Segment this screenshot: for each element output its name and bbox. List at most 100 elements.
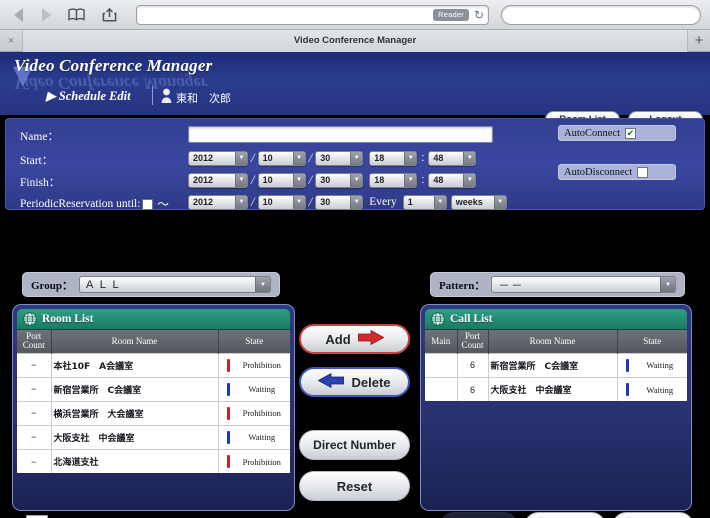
add-button[interactable]: Add [299,324,410,354]
table-row[interactable]: − 大阪支社 中会議室 Waiting [17,424,290,450]
chevron-down-icon: ▼ [292,195,305,209]
room-list-title: Room List [42,313,94,325]
finish-minute-select[interactable]: 48 ▼ [428,172,477,188]
start-year-select[interactable]: 2012 ▼ [188,150,248,166]
periodic-day-value: 30 [320,197,331,207]
auto-connect-row[interactable]: AutoConnect [558,125,676,141]
cell-port-count: − [17,352,52,378]
chevron-down-icon: ▼ [235,173,247,187]
search-input[interactable] [501,4,701,25]
start-minute-value: 48 [433,153,444,163]
finish-datetime-group: 2012 ▼ / 10 ▼ / 30 ▼ 18 ▼ : 48 ▼ [188,172,477,188]
periodic-checkbox[interactable] [142,198,154,210]
table-row[interactable]: 6 新宿営業所 C会議室 Waiting [425,352,687,378]
start-hour-select[interactable]: 18 ▼ [369,150,418,166]
address-bar[interactable]: Reader ↻ [136,4,489,25]
cell-state-label: Prohibition [242,360,281,371]
periodic-date-group: 2012 ▼ / 10 ▼ / 30 ▼ Every 1 ▼ weeks ▼ [188,194,507,210]
pattern-filter: Pattern： －－ ▼ [430,272,685,297]
call-list-table: Main Port Count Room Name State 6 新宿営業所 C… [425,330,687,402]
col-port-count: Port Count [17,330,52,354]
breadcrumb: ▶ Schedule Edit [46,89,131,103]
new-tab-icon[interactable]: + [688,32,710,49]
name-input[interactable] [188,126,493,143]
chevron-down-icon: ▼ [292,173,305,187]
share-icon[interactable] [102,7,117,22]
auto-disconnect-label: AutoDisconnect [564,166,633,178]
chevron-down-icon: ▼ [493,195,506,209]
chevron-down-icon: ▼ [660,277,675,292]
group-select[interactable]: A L L ▼ [78,276,271,293]
table-header-row: Main Port Count Room Name State [425,330,687,354]
every-unit-value: weeks [455,197,483,207]
pattern-select[interactable]: －－ ▼ [491,276,676,293]
start-minute-select[interactable]: 48 ▼ [428,150,477,166]
reload-icon[interactable]: ↻ [474,9,484,21]
app-body: ▼ Video Conference Manager Video Confere… [0,52,710,518]
finish-day-value: 30 [320,175,331,185]
finish-year-select[interactable]: 2012 ▼ [188,172,248,188]
cell-state-label: Prohibition [242,408,281,419]
start-datetime-group: 2012 ▼ / 10 ▼ / 30 ▼ 18 ▼ : 48 ▼ [188,150,477,166]
col-state: State [617,330,687,354]
chevron-down-icon: ▼ [292,151,305,165]
table-row[interactable]: − 本社10F A会議室 Prohibition [17,352,290,378]
every-unit-select[interactable]: weeks ▼ [450,194,507,210]
book-icon[interactable] [68,8,85,21]
app-header: ▼ Video Conference Manager Video Confere… [0,52,710,115]
periodic-row: PeriodicReservation until: ～ [20,195,169,213]
status-badge [226,430,230,444]
cell-state: Waiting [218,424,290,450]
periodic-month-select[interactable]: 10 ▼ [257,194,306,210]
tab-video-conference-manager[interactable]: Video Conference Manager [22,29,688,52]
room-list-panel: Room List Port Count Room Name State − 本社… [12,304,295,511]
arrow-left-icon [318,372,345,391]
col-room-name: Room Name [488,330,618,354]
submit-button[interactable]: Submit [440,512,518,518]
finish-label: Finish： [20,177,61,189]
chevron-down-icon: ▼ [404,173,417,187]
finish-month-select[interactable]: 10 ▼ [257,172,306,188]
delete-label: Delete [351,374,391,390]
room-list-header: Room List [17,309,290,330]
finish-minute-value: 48 [433,175,444,185]
delete-button[interactable]: Delete [299,367,410,397]
auto-connect-checkbox[interactable] [625,127,636,139]
start-day-value: 30 [320,153,331,163]
every-count-select[interactable]: 1 ▼ [402,194,447,210]
name-label: Name： [20,131,59,143]
time-separator: : [421,152,425,164]
table-row[interactable]: 6 大阪支社 中会議室 Waiting [425,376,687,402]
periodic-year-select[interactable]: 2012 ▼ [188,194,248,210]
start-month-select[interactable]: 10 ▼ [257,150,306,166]
done-button[interactable]: Done [524,512,606,518]
back-arrow-icon[interactable] [14,7,23,22]
auto-disconnect-checkbox[interactable] [637,166,649,178]
group-value: A L L [85,278,121,291]
start-hour-value: 18 [374,153,385,163]
globe-icon [23,312,37,326]
finish-hour-select[interactable]: 18 ▼ [369,172,418,188]
time-separator: : [421,174,425,186]
user-icon [161,88,172,103]
cancel-button[interactable]: Cancel [612,512,694,518]
table-row[interactable]: − 横浜営業所 大会議室 Prohibition [17,400,290,426]
periodic-day-select[interactable]: 30 ▼ [315,194,364,210]
col-main: Main [425,330,458,354]
chevron-down-icon: ▼ [463,151,476,165]
date-separator: / [308,194,313,209]
finish-month-value: 10 [262,175,273,185]
start-day-select[interactable]: 30 ▼ [315,150,364,166]
direct-number-button[interactable]: Direct Number [299,430,410,460]
chevron-down-icon: ▼ [235,151,247,165]
table-row[interactable]: − 北海道支社 Prohibition [17,448,290,474]
table-row[interactable]: − 新宿営業所 C会議室 Waiting [17,376,290,402]
reset-button[interactable]: Reset [299,471,410,501]
reader-button[interactable]: Reader [433,8,469,21]
tab-close-icon[interactable]: × [0,35,22,47]
forward-arrow-icon[interactable] [42,7,51,22]
cell-state-label: Waiting [646,360,674,371]
finish-day-select[interactable]: 30 ▼ [315,172,364,188]
name-row: Name： [20,127,190,145]
auto-disconnect-row[interactable]: AutoDisconnect [558,164,676,180]
